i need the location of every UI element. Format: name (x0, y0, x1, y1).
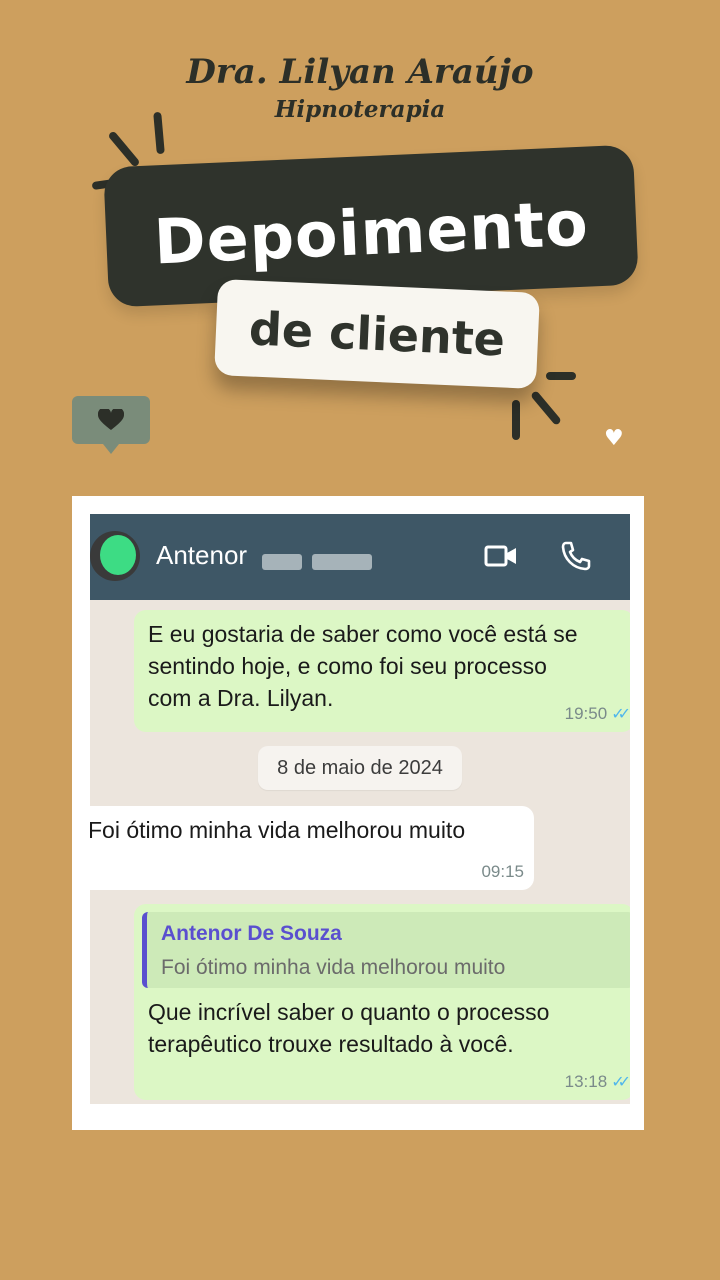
read-ticks-icon: ✓✓ (611, 706, 630, 723)
spark-decoration (107, 130, 141, 168)
message-meta: 09:15 (481, 862, 524, 882)
video-call-icon[interactable] (484, 544, 518, 568)
incoming-message[interactable]: Foi ótimo minha vida melhorou muito 09:1… (90, 806, 534, 890)
spark-decoration (546, 372, 576, 380)
phone-icon[interactable] (560, 540, 592, 572)
read-ticks-icon: ✓✓ (611, 1074, 630, 1091)
quoted-author: Antenor De Souza (161, 922, 342, 945)
message-time: 19:50 (564, 704, 608, 723)
spark-decoration (512, 400, 520, 440)
subtitle-banner: de cliente (214, 279, 540, 389)
heart-icon (98, 409, 124, 430)
redacted-name (262, 554, 302, 570)
quoted-text: Foi ótimo minha vida melhorou muito (161, 956, 506, 979)
message-time: 13:18 (564, 1072, 608, 1091)
date-separator: 8 de maio de 2024 (258, 746, 462, 790)
message-time: 09:15 (481, 862, 524, 881)
spark-decoration (530, 390, 562, 426)
quoted-message[interactable]: Antenor De Souza Foi ótimo minha vida me… (142, 912, 630, 988)
message-text: Que incrível saber o quanto o processo t… (148, 999, 550, 1057)
chat-header: Antenor (90, 514, 630, 600)
title-banner: Depoimento (103, 144, 639, 308)
avatar[interactable] (90, 531, 140, 581)
message-meta: 13:18 ✓✓ (564, 1072, 630, 1092)
brand-subtitle: Hipnoterapia (274, 96, 446, 123)
outgoing-message[interactable]: Antenor De Souza Foi ótimo minha vida me… (134, 904, 630, 1100)
heart-icon: ♥ (604, 426, 624, 451)
message-meta: 19:50 ✓✓ (564, 704, 630, 724)
message-text: Foi ótimo minha vida melhorou muito (90, 817, 466, 843)
message-text: E eu gostaria de saber como você está se… (148, 621, 578, 711)
chat-screenshot: Antenor E eu gostaria de saber como você… (90, 514, 630, 1104)
brand-name: Dra. Lilyan Araújo (186, 52, 534, 92)
title: Depoimento (152, 186, 591, 278)
heart-chat-bubble-icon (72, 396, 150, 454)
testimonial-screenshot-card: Antenor E eu gostaria de saber como você… (72, 496, 644, 1130)
outgoing-message[interactable]: E eu gostaria de saber como você está se… (134, 610, 630, 732)
contact-name[interactable]: Antenor (156, 540, 247, 571)
subtitle: de cliente (247, 301, 507, 367)
redacted-name (312, 554, 372, 570)
